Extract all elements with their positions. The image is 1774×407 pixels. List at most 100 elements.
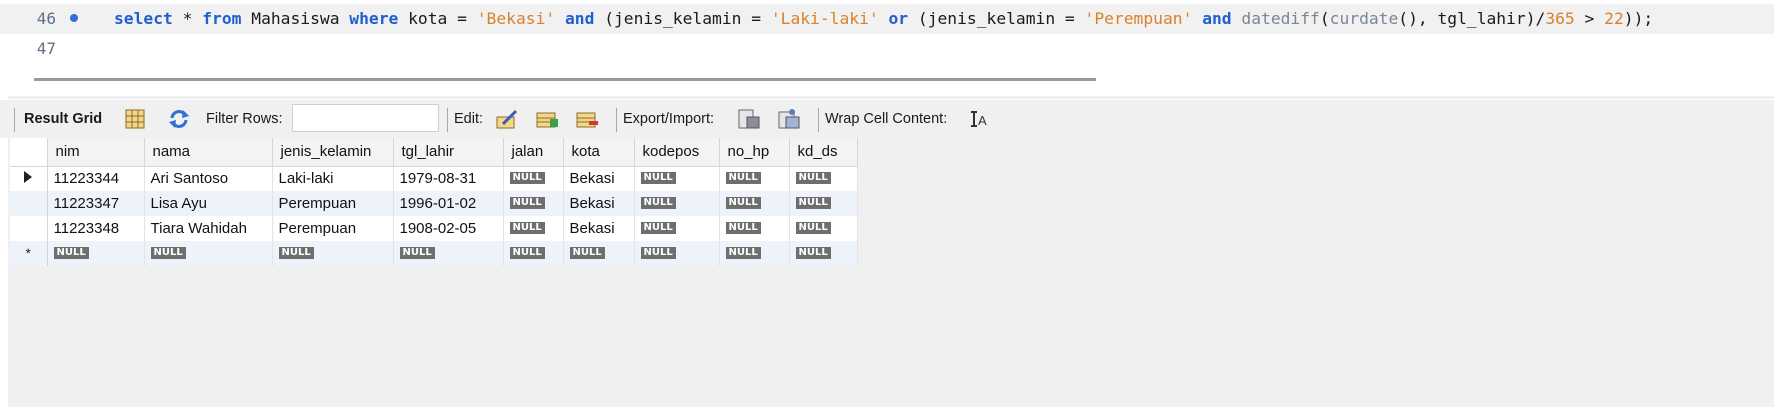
cell-nama[interactable]: Lisa Ayu bbox=[144, 191, 273, 216]
row-selector[interactable] bbox=[10, 216, 48, 241]
insert-row-icon[interactable] bbox=[536, 109, 558, 129]
result-toolbar: Result Grid Filter Rows: Edit: Export/Im… bbox=[0, 100, 1774, 138]
cell-kodepos[interactable]: NULL bbox=[634, 216, 720, 241]
cell-no-hp[interactable]: NULL bbox=[719, 216, 790, 241]
filter-rows-input[interactable] bbox=[292, 104, 439, 132]
tok-table: Mahasiswa bbox=[241, 9, 350, 28]
editor-line-47[interactable]: 47 bbox=[0, 34, 1774, 64]
toolbar-separator bbox=[616, 108, 617, 132]
new-row-marker[interactable]: * bbox=[10, 241, 48, 266]
null-badge: NULL bbox=[278, 247, 314, 259]
line-number: 46 bbox=[36, 9, 56, 28]
table-row[interactable]: 11223348 Tiara Wahidah Perempuan 1908-02… bbox=[10, 216, 858, 241]
cell-kota[interactable]: Bekasi bbox=[563, 166, 635, 191]
cell-no-hp[interactable]: NULL bbox=[719, 166, 790, 191]
str-perempuan: 'Perempuan' bbox=[1084, 9, 1193, 28]
export-import-label: Export/Import: bbox=[623, 111, 715, 127]
result-grid-tab[interactable]: Result Grid bbox=[24, 100, 102, 138]
edit-label: Edit: bbox=[454, 111, 484, 127]
cell-jenis-kelamin[interactable]: NULL bbox=[272, 241, 394, 266]
cell-nama[interactable]: Ari Santoso bbox=[144, 166, 273, 191]
column-header[interactable]: jenis_kelamin bbox=[272, 138, 394, 167]
kw-and: and bbox=[564, 9, 595, 28]
column-header[interactable]: kd_ds bbox=[789, 138, 858, 167]
str-laki: 'Laki-laki' bbox=[770, 9, 879, 28]
cell-nim[interactable]: 11223348 bbox=[47, 216, 145, 241]
cell-no-hp[interactable]: NULL bbox=[719, 241, 790, 266]
sql-query[interactable]: select * from Mahasiswa where kota = 'Be… bbox=[114, 9, 1653, 28]
horizontal-scrollbar[interactable] bbox=[34, 78, 1096, 81]
cell-kota[interactable]: NULL bbox=[563, 241, 635, 266]
delete-row-icon[interactable] bbox=[576, 109, 598, 129]
null-badge: NULL bbox=[725, 197, 761, 209]
column-header[interactable]: nim bbox=[47, 138, 145, 167]
str-bekasi: 'Bekasi' bbox=[476, 9, 556, 28]
cell-nama[interactable]: Tiara Wahidah bbox=[144, 216, 273, 241]
table-row[interactable]: 11223347 Lisa Ayu Perempuan 1996-01-02 N… bbox=[10, 191, 858, 216]
cell-kota[interactable]: Bekasi bbox=[563, 191, 635, 216]
editor-line-46[interactable]: 46 select * from Mahasiswa where kota = … bbox=[0, 4, 1774, 34]
cell-nim[interactable]: NULL bbox=[47, 241, 145, 266]
column-header[interactable]: kota bbox=[563, 138, 635, 167]
cell-jenis-kelamin[interactable]: Perempuan bbox=[272, 216, 394, 241]
tok-paren2: (jenis_kelamin = bbox=[908, 9, 1085, 28]
cell-jalan[interactable]: NULL bbox=[503, 191, 564, 216]
null-badge: NULL bbox=[640, 172, 676, 185]
cell-kota[interactable]: Bekasi bbox=[563, 216, 635, 241]
toolbar-separator bbox=[447, 108, 448, 132]
tok-end: )); bbox=[1623, 9, 1654, 28]
null-badge: NULL bbox=[640, 222, 676, 234]
wrap-text-icon[interactable]: A bbox=[968, 109, 990, 129]
cell-jenis-kelamin[interactable]: Perempuan bbox=[272, 191, 394, 216]
cell-tgl-lahir[interactable]: 1979-08-31 bbox=[393, 166, 504, 191]
column-header[interactable]: nama bbox=[144, 138, 273, 167]
cell-tgl-lahir[interactable]: 1908-02-05 bbox=[393, 216, 504, 241]
cell-kd-ds[interactable]: NULL bbox=[789, 191, 858, 216]
row-selector[interactable] bbox=[10, 191, 48, 216]
cell-no-hp[interactable]: NULL bbox=[719, 191, 790, 216]
tok-star: * bbox=[172, 9, 203, 28]
cell-kd-ds[interactable]: NULL bbox=[789, 166, 858, 191]
filter-rows-label: Filter Rows: bbox=[206, 111, 283, 127]
fn-datediff: datediff bbox=[1241, 9, 1320, 28]
cell-nim[interactable]: 11223344 bbox=[47, 166, 145, 191]
table-row[interactable]: 11223344 Ari Santoso Laki-laki 1979-08-3… bbox=[10, 166, 858, 191]
cell-jalan[interactable]: NULL bbox=[503, 166, 564, 191]
cell-nama[interactable]: NULL bbox=[144, 241, 273, 266]
cell-nim[interactable]: 11223347 bbox=[47, 191, 145, 216]
cell-jalan[interactable]: NULL bbox=[503, 216, 564, 241]
cell-tgl-lahir[interactable]: NULL bbox=[393, 241, 504, 266]
new-row[interactable]: * NULL NULL NULL NULL NULL NULL NULL NUL… bbox=[10, 241, 858, 266]
tok-cond1: kota = bbox=[398, 9, 477, 28]
column-header[interactable]: no_hp bbox=[719, 138, 790, 167]
sql-editor[interactable]: 46 select * from Mahasiswa where kota = … bbox=[0, 0, 1774, 70]
edit-row-icon[interactable] bbox=[496, 109, 518, 129]
row-header-corner bbox=[10, 138, 48, 167]
grid-layout-icon[interactable] bbox=[124, 109, 146, 129]
null-badge: NULL bbox=[509, 172, 545, 185]
cell-kodepos[interactable]: NULL bbox=[634, 191, 720, 216]
cell-kd-ds[interactable]: NULL bbox=[789, 216, 858, 241]
cell-jenis-kelamin[interactable]: Laki-laki bbox=[272, 166, 394, 191]
cell-kodepos[interactable]: NULL bbox=[634, 241, 720, 266]
toolbar-separator bbox=[14, 108, 15, 132]
export-icon[interactable] bbox=[738, 109, 760, 129]
null-badge: NULL bbox=[53, 247, 89, 259]
refresh-icon[interactable] bbox=[168, 109, 190, 129]
tok-gt: > bbox=[1574, 9, 1605, 28]
svg-text:A: A bbox=[978, 113, 987, 128]
panel-divider[interactable] bbox=[8, 96, 1774, 99]
kw-from: from bbox=[202, 9, 242, 28]
row-selector[interactable] bbox=[10, 166, 48, 191]
tok-mid: (), tgl_lahir)/ bbox=[1398, 9, 1546, 28]
column-header[interactable]: kodepos bbox=[634, 138, 720, 167]
column-header[interactable]: jalan bbox=[503, 138, 564, 167]
null-badge: NULL bbox=[725, 172, 761, 185]
cell-kd-ds[interactable]: NULL bbox=[789, 241, 858, 266]
cell-kodepos[interactable]: NULL bbox=[634, 166, 720, 191]
cell-jalan[interactable]: NULL bbox=[503, 241, 564, 266]
import-icon[interactable] bbox=[778, 109, 800, 129]
cell-tgl-lahir[interactable]: 1996-01-02 bbox=[393, 191, 504, 216]
column-header[interactable]: tgl_lahir bbox=[393, 138, 504, 167]
tok-paren1: (jenis_kelamin = bbox=[594, 9, 771, 28]
